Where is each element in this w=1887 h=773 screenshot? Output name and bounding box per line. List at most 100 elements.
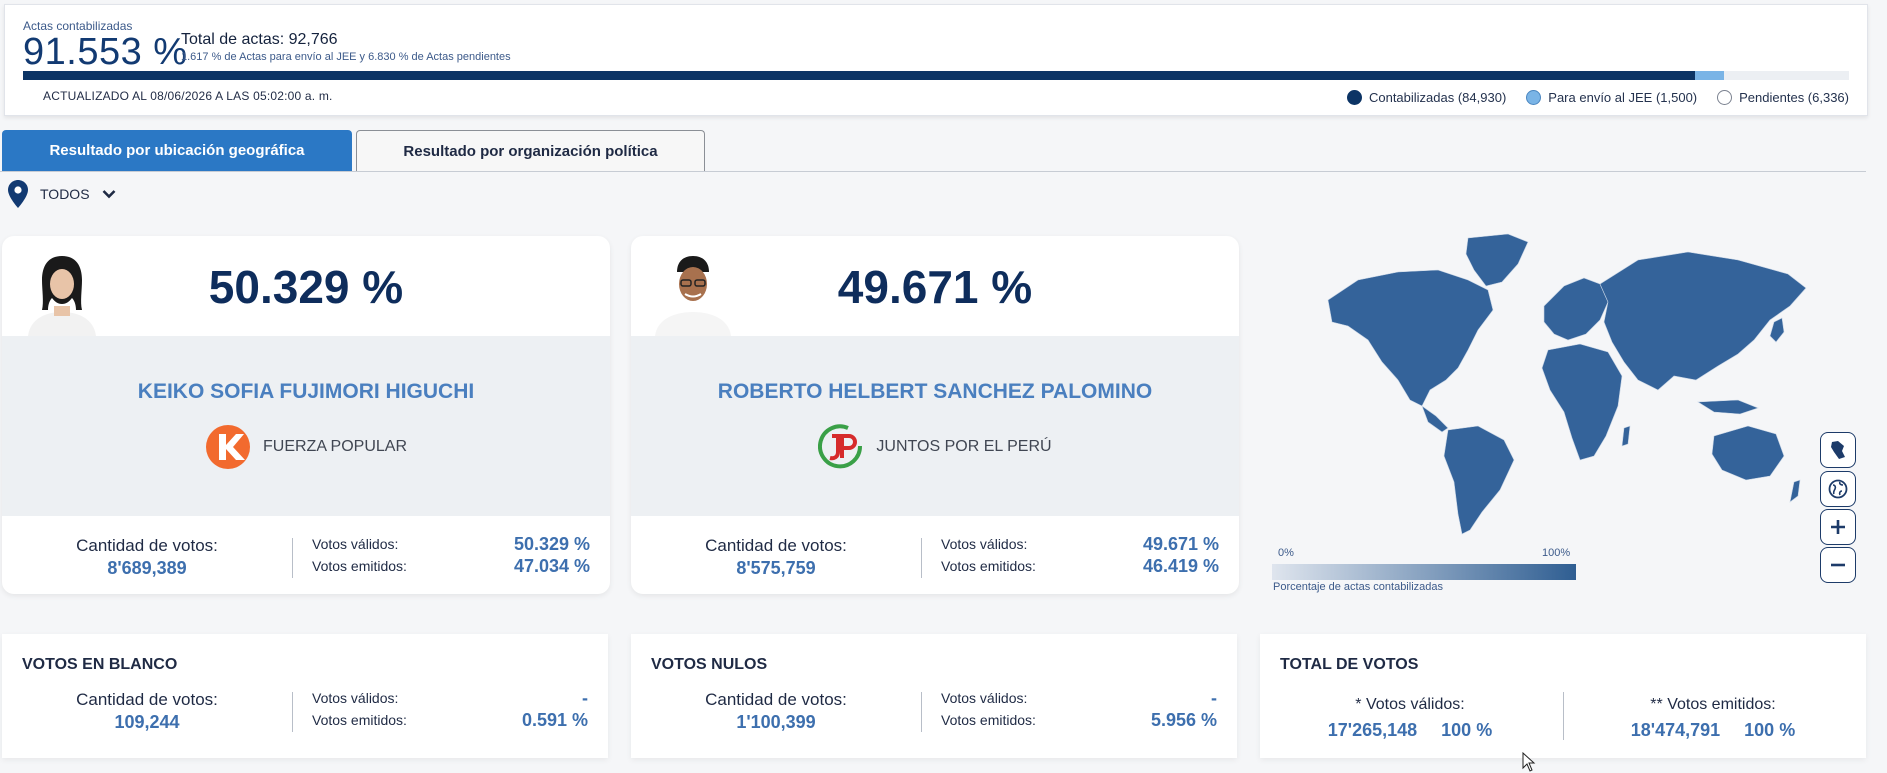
candidate-info-band: ROBERTO HELBERT SANCHEZ PALOMINO JUNTOS … [631,336,1239,516]
map-scale-caption: Porcentaje de actas contabilizadas [1273,581,1443,593]
globe-button[interactable] [1820,471,1856,507]
location-dropdown[interactable]: TODOS [8,180,116,208]
zoom-in-icon [1831,520,1845,534]
validos-value: 49.671 % [1142,534,1219,554]
map-north-america[interactable] [1327,269,1494,407]
map-scale-gradient [1272,564,1576,580]
legend-dot-jee [1526,90,1542,105]
fuerza-popular-logo-icon [205,425,250,469]
total-votes-title: TOTAL DE VOTOS [1280,656,1419,673]
votes-count: 8'689,389 [107,558,187,578]
total-votes-card: TOTAL DE VOTOS * Votos válidos: 17'265,1… [1260,634,1866,758]
legend-label: Contabilizadas (84,930) [1368,90,1507,105]
candidate-stats: Cantidad de votos: 8'575,759 Votos válid… [631,516,1239,594]
blank-votes-stats: Cantidad de votos: 109,244 Votos válidos… [2,670,608,758]
emitidos-label: Votos emitidos: [941,712,1036,728]
actas-summary-panel: Actas contabilizadas 91.553 % Total de a… [4,4,1868,116]
results-tabs: Resultado por ubicación geográfica Resul… [0,130,1866,172]
map-europe[interactable] [1543,277,1609,341]
tab-geographic[interactable]: Resultado por ubicación geográfica [2,130,352,171]
map-australia[interactable] [1711,425,1785,481]
validos-label: Votos válidos: [941,690,1028,706]
divider [292,538,293,578]
map-africa[interactable] [1541,343,1623,461]
chevron-down-icon [102,190,115,199]
emitidos-value: 47.034 % [513,556,590,576]
mouse-cursor-icon [1522,752,1536,772]
map-greenland[interactable] [1465,233,1529,287]
total-emitidos-votes: 18'474,791 [1630,720,1721,740]
votes-count: 109,244 [114,712,180,732]
votes-count: 1'100,399 [736,712,816,732]
map-japan[interactable] [1769,317,1785,343]
votes-label: Cantidad de votos: [705,690,847,709]
total-validos-votes: 17'265,148 [1327,720,1418,740]
total-actas: Total de actas: 92,766 [181,31,338,48]
map-indonesia[interactable] [1697,399,1759,415]
party-info: JUNTOS POR EL PERÚ [631,424,1239,470]
party-info: FUERZA POPULAR [2,424,610,470]
validos-label: Votos válidos: [312,690,399,706]
legend-dot-contabilizadas [1346,90,1362,105]
map-scale-max: 100% [1542,547,1571,559]
tab-political-org[interactable]: Resultado por organización política [356,130,705,171]
divider [292,692,293,732]
validos-value: - [1211,688,1217,708]
candidate-percentage: 49.671 % [837,261,1033,313]
world-map[interactable] [1318,230,1808,540]
candidate-name: ROBERTO HELBERT SANCHEZ PALOMINO [717,380,1153,403]
emitidos-label: Votos emitidos: [312,558,407,574]
null-votes-stats: Cantidad de votos: 1'100,399 Votos válid… [631,670,1237,758]
globe-icon [1828,479,1848,499]
peru-map-button[interactable] [1820,432,1856,468]
party-name: JUNTOS POR EL PERÚ [876,438,1052,455]
votes-label: Cantidad de votos: [76,536,218,555]
blank-votes-card: VOTOS EN BLANCO Cantidad de votos: 109,2… [2,634,608,758]
progress-jee [1694,71,1725,80]
actas-percentage: 91.553 % [23,31,188,73]
validos-label: Votos válidos: [312,536,399,552]
map-central-america[interactable] [1421,405,1449,433]
emitidos-value: 0.591 % [521,710,588,730]
validos-value: 50.329 % [513,534,590,554]
total-emitidos: ** Votos emitidos: 18'474,791 100 % [1600,696,1826,741]
party-name: FUERZA POPULAR [262,438,408,455]
candidate-stats: Cantidad de votos: 8'689,389 Votos válid… [2,516,610,594]
total-validos: * Votos válidos: 17'265,148 100 % [1300,696,1520,741]
juntos-por-el-peru-logo-icon [818,424,863,469]
map-asia[interactable] [1599,251,1807,391]
zoom-in-button[interactable] [1820,509,1856,545]
emitidos-value: 46.419 % [1142,556,1219,576]
location-value: TODOS [40,186,90,202]
legend-label: Para envío al JEE (1,500) [1548,90,1698,105]
legend-contabilizadas: Contabilizadas (84,930) [1346,90,1507,105]
total-emitidos-pct: 100 % [1744,720,1796,740]
candidate-percentage: 50.329 % [208,261,404,313]
votes-label: Cantidad de votos: [705,536,847,555]
total-emitidos-values: 18'474,791 100 % [1600,720,1826,741]
candidate-card-2: 49.671 % ROBERTO HELBERT SANCHEZ PALOMIN… [631,236,1239,594]
map-new-zealand[interactable] [1789,479,1801,503]
candidate-info-band: KEIKO SOFIA FUJIMORI HIGUCHI FUERZA POPU… [2,336,610,516]
map-scale-min: 0% [1278,547,1294,559]
map-south-america[interactable] [1443,425,1515,535]
legend-label: Pendientes (6,336) [1739,90,1849,105]
divider [921,692,922,732]
progress-contabilizadas [23,71,1695,80]
progress-legend: Contabilizadas (84,930) Para envío al JE… [1346,90,1849,105]
zoom-out-button[interactable] [1820,547,1856,583]
total-emitidos-label: ** Votos emitidos: [1650,696,1776,713]
null-votes-card: VOTOS NULOS Cantidad de votos: 1'100,399… [631,634,1237,758]
votes-label: Cantidad de votos: [76,690,218,709]
location-pin-icon [8,180,28,208]
validos-value: - [582,688,588,708]
total-validos-pct: 100 % [1441,720,1493,740]
peru-map-icon [1831,441,1845,459]
map-madagascar[interactable] [1621,425,1631,447]
emitidos-label: Votos emitidos: [941,558,1036,574]
divider [921,538,922,578]
total-validos-values: 17'265,148 100 % [1300,720,1520,741]
candidate-name: KEIKO SOFIA FUJIMORI HIGUCHI [137,380,475,403]
candidate-card-1: 50.329 % KEIKO SOFIA FUJIMORI HIGUCHI FU… [2,236,610,594]
updated-timestamp: ACTUALIZADO AL 08/06/2026 A LAS 05:02:00… [43,89,333,103]
